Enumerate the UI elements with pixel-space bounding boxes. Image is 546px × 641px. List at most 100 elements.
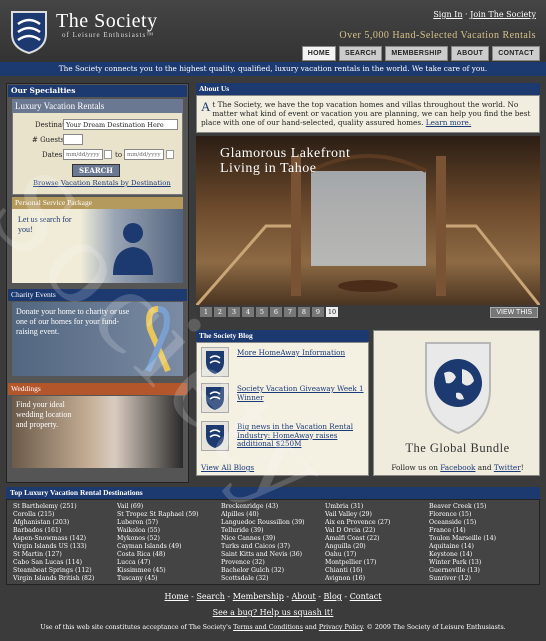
destination-link[interactable]: Kissimmee (45)	[117, 567, 221, 575]
nav-about[interactable]: ABOUT	[450, 46, 490, 61]
facebook-link[interactable]: Facebook	[440, 463, 475, 472]
destination-link[interactable]: St Martin (127)	[13, 551, 117, 559]
nav-home[interactable]: HOME	[301, 46, 336, 61]
weddings-text: Find your ideal wedding location and pro…	[16, 400, 72, 429]
footer-about-link[interactable]: About	[292, 592, 316, 601]
destination-link[interactable]: Amalfi Coast (22)	[325, 535, 429, 543]
destination-link[interactable]: Saint Kitts and Nevis (36)	[221, 551, 325, 559]
nav-membership[interactable]: MEMBERSHIP	[385, 46, 448, 61]
destination-link[interactable]: Guerneville (13)	[429, 567, 533, 575]
signin-link[interactable]: Sign In	[433, 10, 462, 19]
footer-contact-link[interactable]: Contact	[350, 592, 382, 601]
intro-bar: The Society connects you to the highest …	[0, 62, 546, 76]
destination-link[interactable]: Barbados (161)	[13, 527, 117, 535]
hero-title[interactable]: Glamorous Lakefront Living in Tahoe	[220, 146, 390, 176]
calendar-icon[interactable]	[104, 150, 112, 159]
destination-link[interactable]: Aix en Provence (27)	[325, 519, 429, 527]
destination-link[interactable]: Waikoloa (55)	[117, 527, 221, 535]
pager-button[interactable]: 6	[270, 307, 282, 317]
destination-link[interactable]: Oahu (17)	[325, 551, 429, 559]
nav-search[interactable]: SEARCH	[338, 46, 383, 61]
destination-link[interactable]: Montpellier (17)	[325, 559, 429, 567]
destination-link[interactable]: St Barthelemy (251)	[13, 503, 117, 511]
destination-link[interactable]: Avignon (16)	[325, 575, 429, 583]
destination-link[interactable]: Aspen-Snowmass (142)	[13, 535, 117, 543]
destination-link[interactable]: Mykonos (52)	[117, 535, 221, 543]
destination-link[interactable]: Virgin Islands British (82)	[13, 575, 117, 583]
destination-link[interactable]: Nice Cannes (39)	[221, 535, 325, 543]
destinations-column: St Barthelemy (251) Corolla (215) Afghanis…	[13, 503, 117, 583]
bug-report-link[interactable]: See a bug? Help us squash it!	[213, 608, 334, 617]
main-nav: HOME SEARCH MEMBERSHIP ABOUT CONTACT	[301, 46, 540, 61]
pager-button[interactable]: 4	[242, 307, 254, 317]
destination-link[interactable]: Vail (69)	[117, 503, 221, 511]
destination-link[interactable]: Umbria (31)	[325, 503, 429, 511]
nav-contact[interactable]: CONTACT	[492, 46, 540, 61]
destination-link[interactable]: Provence (32)	[221, 559, 325, 567]
logo-title[interactable]: The Society	[56, 10, 158, 33]
destination-link[interactable]: Val D Orcia (22)	[325, 527, 429, 535]
destination-link[interactable]: Luberon (57)	[117, 519, 221, 527]
calendar-icon[interactable]	[166, 150, 174, 159]
pager-button[interactable]: 5	[256, 307, 268, 317]
legal-text: Use of this web site constitutes accepta…	[0, 624, 546, 631]
destination-link[interactable]: Tuscany (45)	[117, 575, 221, 583]
luxury-rentals-title: Luxury Vacation Rentals	[12, 99, 183, 113]
pager-button[interactable]: 9	[312, 307, 324, 317]
follow-us: Follow us on Facebook and Twitter!	[374, 463, 541, 472]
globe-shield-icon	[425, 342, 491, 435]
destination-link[interactable]: Costa Rica (48)	[117, 551, 221, 559]
destinations-column: Vail (69) St Tropez St Raphael (59) Lubero…	[117, 503, 221, 583]
destination-link[interactable]: Florence (15)	[429, 511, 533, 519]
destination-link[interactable]: Turks and Caicos (37)	[221, 543, 325, 551]
destination-link[interactable]: Cayman Islands (49)	[117, 543, 221, 551]
destination-link[interactable]: Oceanside (15)	[429, 519, 533, 527]
header-tagline: Over 5,000 Hand-Selected Vacation Rental…	[339, 30, 536, 41]
destination-link[interactable]: Virgin Islands US (133)	[13, 543, 117, 551]
destination-link[interactable]: St Tropez St Raphael (59)	[117, 511, 221, 519]
footer-membership-link[interactable]: Membership	[233, 592, 284, 601]
footer-home-link[interactable]: Home	[165, 592, 189, 601]
follow-bang: !	[520, 463, 524, 472]
terms-link[interactable]: Terms and Conditions	[233, 624, 303, 631]
guests-input[interactable]	[63, 134, 83, 145]
join-link[interactable]: Join The Society	[470, 10, 536, 19]
destination-link[interactable]: Vail Valley (29)	[325, 511, 429, 519]
destination-link[interactable]: Sunriver (12)	[429, 575, 533, 583]
destination-link[interactable]: Chianti (16)	[325, 567, 429, 575]
destination-link[interactable]: Corolla (215)	[13, 511, 117, 519]
destination-input[interactable]: Your Dream Destination Here	[63, 119, 178, 130]
follow-text: Follow us on	[391, 463, 438, 472]
destination-link[interactable]: France (14)	[429, 527, 533, 535]
learn-more-link[interactable]: Learn more.	[426, 118, 471, 127]
destination-link[interactable]: Bachelor Gulch (32)	[221, 567, 325, 575]
date-to-input[interactable]: mm/dd/yyyy	[124, 149, 164, 160]
footer-nav: Home - Search - Membership - About - Blo…	[164, 592, 382, 601]
pager-button[interactable]: 8	[298, 307, 310, 317]
destination-link[interactable]: Steamboat Springs (112)	[13, 567, 117, 575]
privacy-link[interactable]: Privacy Policy	[319, 624, 363, 631]
destination-link[interactable]: Keystone (14)	[429, 551, 533, 559]
about-title: About Us	[196, 83, 540, 95]
destination-link[interactable]: Scottsdale (32)	[221, 575, 325, 583]
hero-pager: 1 2 3 4 5 6 7 8 9 10	[196, 305, 540, 319]
twitter-link[interactable]: Twitter	[494, 463, 521, 472]
logo-subtitle: of Leisure Enthusiasts™	[62, 31, 155, 39]
footer-blog-link[interactable]: Blog	[324, 592, 342, 601]
destination-link[interactable]: Afghanistan (203)	[13, 519, 117, 527]
footer-search-link[interactable]: Search	[196, 592, 224, 601]
destination-link[interactable]: Cabo San Lucas (114)	[13, 559, 117, 567]
destination-link[interactable]: Aquitaine (14)	[429, 543, 533, 551]
destination-link[interactable]: Winter Park (13)	[429, 559, 533, 567]
destination-link[interactable]: Beaver Creek (15)	[429, 503, 533, 511]
destinations-column: Beaver Creek (15) Florence (15) Oceanside …	[429, 503, 533, 583]
global-bundle-box[interactable]: The Global Bundle Follow us on Facebook …	[373, 330, 540, 476]
pager-button[interactable]: 7	[284, 307, 296, 317]
logo-shield-icon[interactable]	[10, 10, 48, 54]
destination-link[interactable]: Lucca (47)	[117, 559, 221, 567]
destination-link[interactable]: Anguilla (20)	[325, 543, 429, 551]
destination-link[interactable]: Toulon Marseille (14)	[429, 535, 533, 543]
follow-and: and	[477, 463, 492, 472]
pager-button-active[interactable]: 10	[326, 307, 338, 317]
view-this-button[interactable]: VIEW THIS	[490, 307, 538, 318]
